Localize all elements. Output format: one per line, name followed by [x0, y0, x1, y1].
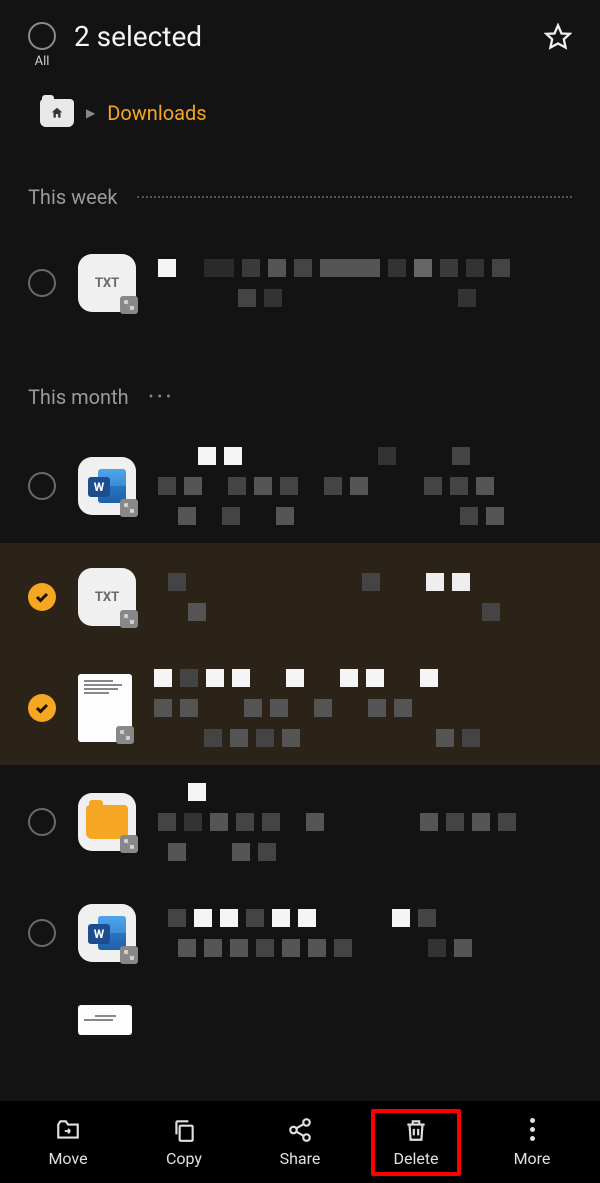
- select-all-button[interactable]: All: [28, 22, 56, 69]
- file-info-redacted: [158, 573, 572, 621]
- section-header-month: This month •••: [0, 337, 600, 429]
- section-divider: [137, 196, 572, 198]
- file-info-redacted: [158, 909, 572, 957]
- file-row[interactable]: TXT: [0, 543, 600, 651]
- share-button[interactable]: Share: [255, 1111, 345, 1174]
- file-info-redacted: [154, 669, 572, 747]
- expand-icon: [120, 835, 138, 853]
- home-icon: [50, 106, 64, 120]
- folder-icon: [78, 793, 136, 851]
- file-row[interactable]: TXT: [0, 229, 600, 337]
- share-icon: [287, 1117, 313, 1143]
- expand-icon: [116, 726, 134, 744]
- breadcrumb: ▶ Downloads: [0, 77, 600, 137]
- bottom-toolbar: Move Copy Share Delete More: [0, 1101, 600, 1183]
- file-row[interactable]: [0, 651, 600, 765]
- more-button[interactable]: More: [487, 1111, 577, 1174]
- copy-button[interactable]: Copy: [139, 1111, 229, 1174]
- file-row[interactable]: W: [0, 429, 600, 543]
- row-checkbox[interactable]: [28, 808, 56, 836]
- select-all-label: All: [35, 54, 50, 69]
- file-info-redacted: [158, 447, 572, 525]
- section-header-week: This week: [0, 137, 600, 229]
- document-thumbnail-icon: [78, 674, 132, 742]
- file-row[interactable]: [0, 765, 600, 879]
- breadcrumb-current[interactable]: Downloads: [107, 101, 206, 125]
- move-folder-icon: [55, 1117, 81, 1143]
- more-vertical-dots-icon: [530, 1117, 535, 1143]
- file-info-redacted: [158, 259, 572, 307]
- trash-icon: [403, 1117, 429, 1143]
- move-button[interactable]: Move: [23, 1111, 113, 1174]
- txt-file-icon: TXT: [78, 254, 136, 312]
- more-dots-icon: •••: [149, 389, 175, 405]
- word-file-icon: W: [78, 457, 136, 515]
- row-checkbox[interactable]: [28, 269, 56, 297]
- expand-icon: [120, 946, 138, 964]
- selection-header: All 2 selected: [0, 0, 600, 77]
- row-checkbox-checked[interactable]: [28, 694, 56, 722]
- expand-icon: [120, 499, 138, 517]
- delete-button[interactable]: Delete: [371, 1109, 461, 1176]
- section-title: This week: [28, 185, 117, 209]
- section-title: This month: [28, 385, 129, 409]
- row-checkbox-checked[interactable]: [28, 583, 56, 611]
- row-checkbox[interactable]: [28, 919, 56, 947]
- expand-icon: [120, 296, 138, 314]
- select-all-circle-icon: [28, 22, 56, 50]
- copy-icon: [171, 1117, 197, 1143]
- file-info-redacted: [158, 783, 572, 861]
- favorite-star-icon[interactable]: [544, 23, 572, 51]
- chevron-right-icon: ▶: [86, 106, 95, 120]
- word-file-icon: W: [78, 904, 136, 962]
- file-row[interactable]: W: [0, 879, 600, 987]
- page-title: 2 selected: [74, 20, 526, 53]
- home-folder-button[interactable]: [40, 99, 74, 127]
- file-row-partial[interactable]: [0, 987, 600, 1035]
- row-checkbox[interactable]: [28, 472, 56, 500]
- txt-file-icon: TXT: [78, 568, 136, 626]
- document-thumbnail-icon: [78, 1005, 132, 1035]
- expand-icon: [120, 610, 138, 628]
